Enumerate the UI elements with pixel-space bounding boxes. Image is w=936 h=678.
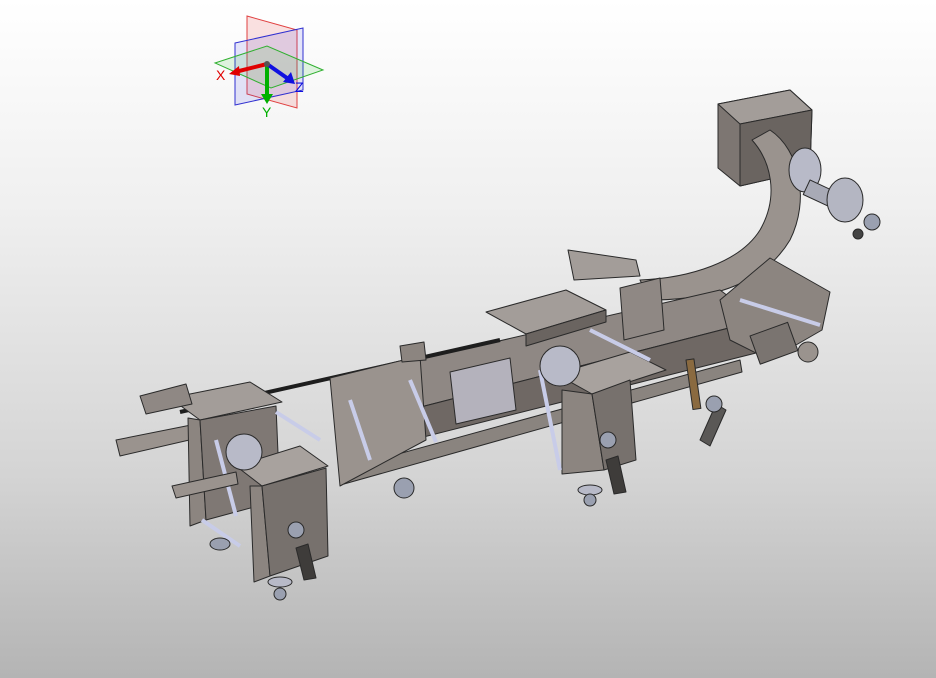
cad-assembly-icon[interactable]	[0, 0, 936, 678]
coupling-2	[826, 177, 864, 223]
left-arm	[115, 423, 199, 457]
3d-viewport[interactable]: X Y Z	[0, 0, 936, 678]
